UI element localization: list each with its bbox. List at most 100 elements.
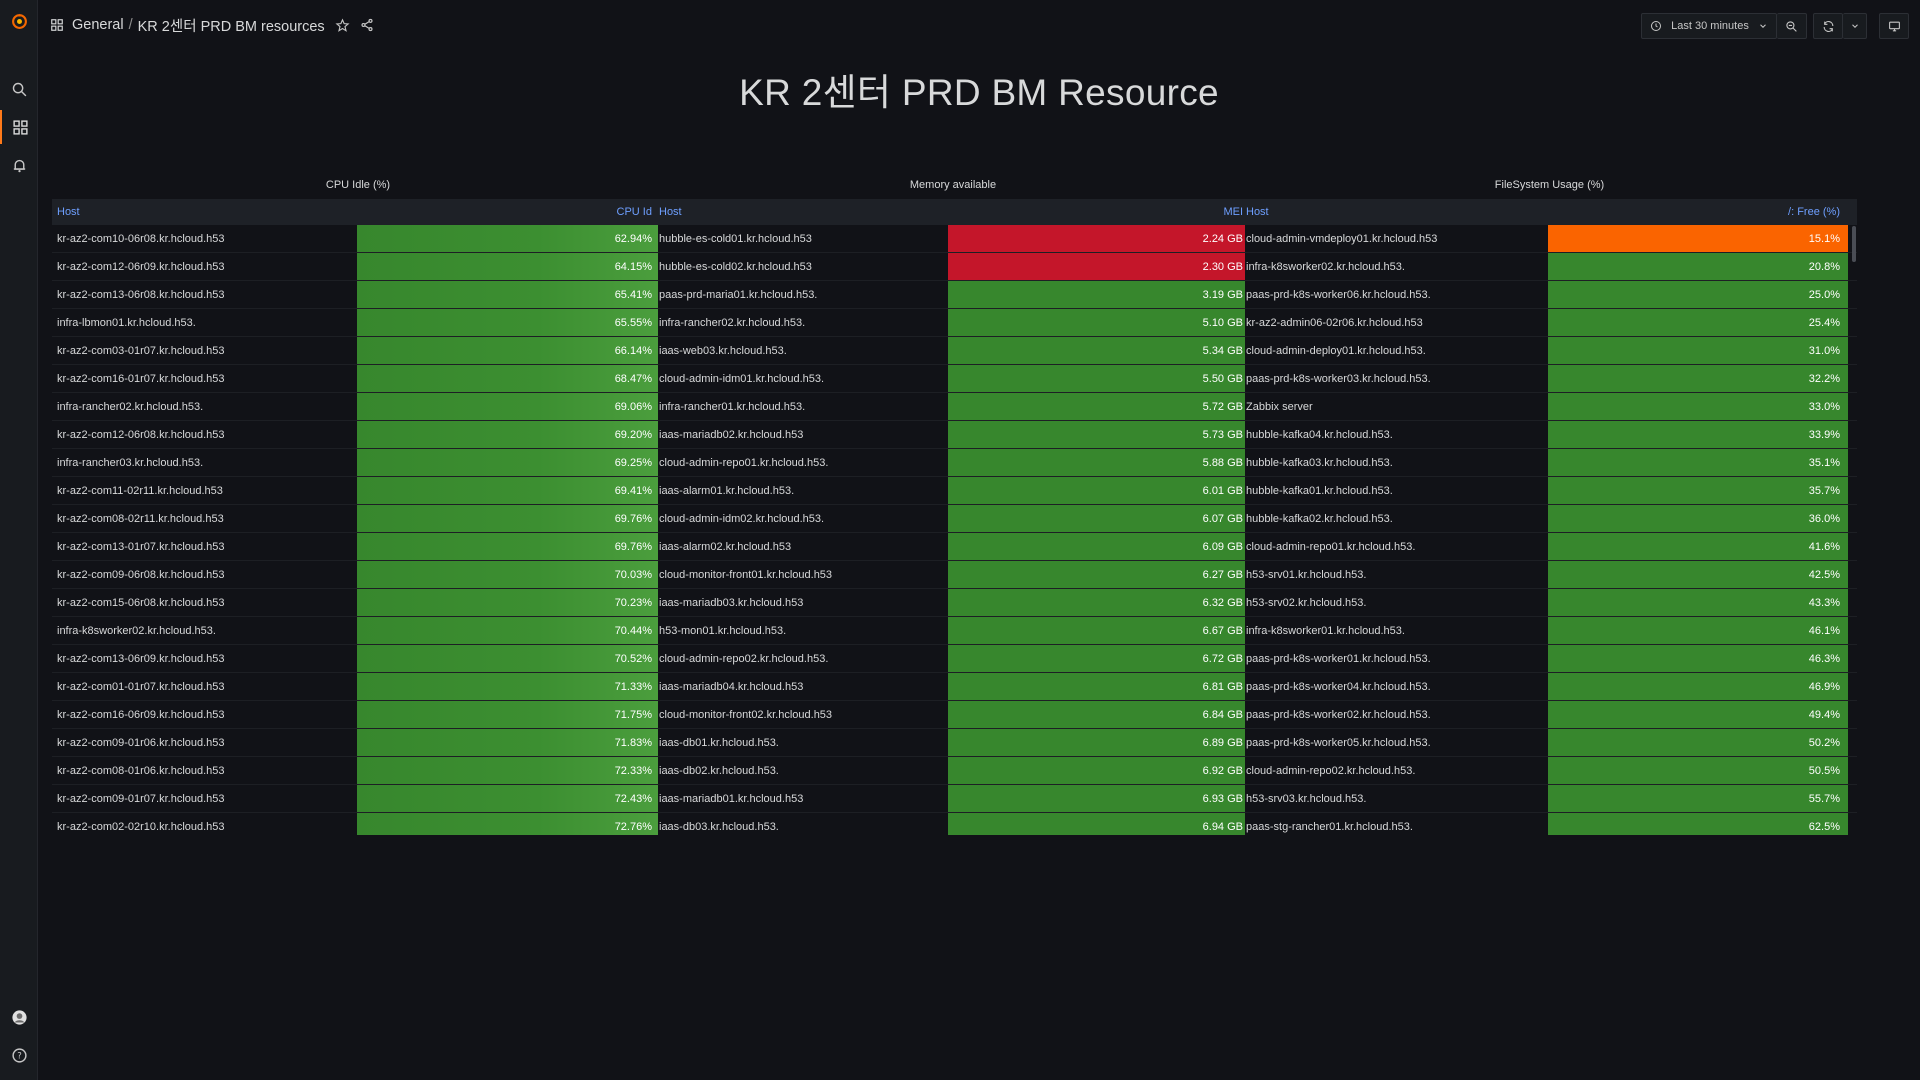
filesystem-free-cell: 31.0% — [1548, 337, 1848, 364]
star-icon[interactable] — [335, 17, 350, 33]
memory-host-cell: iaas-db01.kr.hcloud.h53. — [659, 736, 779, 749]
side-menu: ? — [0, 0, 38, 1080]
cpu-host-cell: kr-az2-com01-01r07.kr.hcloud.h53 — [57, 680, 225, 693]
filesystem-free-cell: 50.2% — [1548, 729, 1848, 756]
filesystem-host-cell: paas-prd-k8s-worker05.kr.hcloud.h53. — [1246, 736, 1431, 749]
memory-available-cell: 5.73 GB — [948, 421, 1245, 448]
memory-host-cell: paas-prd-maria01.kr.hcloud.h53. — [659, 288, 818, 301]
table-row: kr-az2-com09-06r08.kr.hcloud.h53 70.03% cl… — [52, 561, 1857, 589]
breadcrumb: General / KR 2센터 PRD BM resources — [50, 15, 374, 36]
filesystem-free-cell: 20.8% — [1548, 253, 1848, 280]
dashboard-toolbar: Last 30 minutes — [1641, 13, 1909, 39]
refresh-icon — [1822, 20, 1835, 33]
filesystem-host-cell: h53-srv02.kr.hcloud.h53. — [1246, 596, 1367, 609]
time-range-picker[interactable]: Last 30 minutes — [1641, 13, 1777, 39]
filesystem-host-cell: paas-stg-rancher01.kr.hcloud.h53. — [1246, 820, 1413, 833]
filesystem-free-cell: 35.1% — [1548, 449, 1848, 476]
filesystem-host-cell: paas-prd-k8s-worker02.kr.hcloud.h53. — [1246, 708, 1431, 721]
memory-available-cell: 6.27 GB — [948, 561, 1245, 588]
filesystem-free-cell: 46.3% — [1548, 645, 1848, 672]
memory-available-cell: 6.81 GB — [948, 673, 1245, 700]
memory-host-column-header[interactable]: Host — [658, 199, 948, 225]
cpu-host-cell: kr-az2-com15-06r08.kr.hcloud.h53 — [57, 596, 225, 609]
cpu-idle-cell: 69.25% — [357, 449, 658, 476]
filesystem-free-cell: 46.9% — [1548, 673, 1848, 700]
cpu-host-cell: kr-az2-com10-06r08.kr.hcloud.h53 — [57, 232, 225, 245]
filesystem-host-cell: cloud-admin-deploy01.kr.hcloud.h53. — [1246, 344, 1426, 357]
cpu-idle-column-header[interactable]: CPU Id — [357, 199, 658, 225]
table-header: Host CPU Id Host MEI Host /: Free (%) — [52, 199, 1857, 225]
cpu-host-cell: kr-az2-com13-01r07.kr.hcloud.h53 — [57, 540, 225, 553]
cpu-host-cell: kr-az2-com16-01r07.kr.hcloud.h53 — [57, 372, 225, 385]
filesystem-host-column-header[interactable]: Host — [1245, 199, 1548, 225]
filesystem-host-cell: paas-prd-k8s-worker03.kr.hcloud.h53. — [1246, 372, 1431, 385]
filesystem-free-column-header[interactable]: /: Free (%) — [1548, 199, 1848, 225]
memory-host-cell: cloud-monitor-front01.kr.hcloud.h53 — [659, 568, 833, 581]
filesystem-free-cell: 55.7% — [1548, 785, 1848, 812]
search-icon[interactable] — [0, 72, 38, 106]
cpu-host-cell: infra-k8sworker02.kr.hcloud.h53. — [57, 624, 216, 637]
cpu-host-cell: kr-az2-com08-01r06.kr.hcloud.h53 — [57, 764, 225, 777]
share-icon[interactable] — [360, 18, 374, 32]
memory-available-cell: 5.50 GB — [948, 365, 1245, 392]
memory-available-cell: 2.30 GB — [948, 253, 1245, 280]
filesystem-host-cell: hubble-kafka03.kr.hcloud.h53. — [1246, 456, 1393, 469]
memory-host-cell: cloud-admin-repo01.kr.hcloud.h53. — [659, 456, 829, 469]
cpu-idle-cell: 66.14% — [357, 337, 658, 364]
memory-available-column-header[interactable]: MEI — [948, 199, 1245, 225]
filesystem-free-cell: 62.5% — [1548, 813, 1848, 835]
table-scrollbar[interactable] — [1852, 226, 1856, 262]
filesystem-host-cell: hubble-kafka04.kr.hcloud.h53. — [1246, 428, 1393, 441]
help-icon[interactable]: ? — [0, 1038, 38, 1072]
memory-panel-title[interactable]: Memory available — [658, 179, 1248, 191]
cpu-host-cell: kr-az2-com13-06r09.kr.hcloud.h53 — [57, 652, 225, 665]
dashboard-nav-bar: General / KR 2센터 PRD BM resources Last 3… — [38, 0, 1920, 50]
table-row: kr-az2-com03-01r07.kr.hcloud.h53 66.14% ia… — [52, 337, 1857, 365]
dashboard-title: KR 2센터 PRD BM Resource — [739, 72, 1219, 113]
cpu-idle-cell: 69.06% — [357, 393, 658, 420]
table-row: kr-az2-com01-01r07.kr.hcloud.h53 71.33% ia… — [52, 673, 1857, 701]
refresh-button[interactable] — [1813, 13, 1843, 39]
tv-mode-button[interactable] — [1879, 13, 1909, 39]
alerting-bell-icon[interactable] — [0, 148, 38, 182]
breadcrumb-folder-link[interactable]: General — [72, 17, 124, 33]
zoom-out-button[interactable] — [1777, 13, 1807, 39]
memory-available-cell: 5.10 GB — [948, 309, 1245, 336]
filesystem-host-cell: cloud-admin-vmdeploy01.kr.hcloud.h53 — [1246, 232, 1438, 245]
dashboards-icon[interactable] — [0, 110, 38, 144]
memory-host-cell: iaas-mariadb02.kr.hcloud.h53 — [659, 428, 804, 441]
memory-host-cell: iaas-db03.kr.hcloud.h53. — [659, 820, 779, 833]
memory-available-cell: 5.88 GB — [948, 449, 1245, 476]
table-row: infra-rancher02.kr.hcloud.h53. 69.06% infr… — [52, 393, 1857, 421]
filesystem-free-cell: 35.7% — [1548, 477, 1848, 504]
filesystem-host-cell: paas-prd-k8s-worker06.kr.hcloud.h53. — [1246, 288, 1431, 301]
cpu-host-cell: infra-lbmon01.kr.hcloud.h53. — [57, 316, 196, 329]
cpu-panel-title[interactable]: CPU Idle (%) — [52, 179, 664, 191]
filesystem-free-cell: 50.5% — [1548, 757, 1848, 784]
filesystem-host-cell: paas-prd-k8s-worker04.kr.hcloud.h53. — [1246, 680, 1431, 693]
cpu-idle-cell: 71.83% — [357, 729, 658, 756]
table-row: kr-az2-com11-02r11.kr.hcloud.h53 69.41% ia… — [52, 477, 1857, 505]
chevron-down-icon — [1758, 21, 1768, 31]
memory-host-cell: iaas-alarm01.kr.hcloud.h53. — [659, 484, 795, 497]
table-row: kr-az2-com16-01r07.kr.hcloud.h53 68.47% cl… — [52, 365, 1857, 393]
cpu-idle-cell: 65.55% — [357, 309, 658, 336]
grafana-logo-icon[interactable] — [0, 4, 38, 38]
cpu-idle-cell: 69.76% — [357, 533, 658, 560]
table-row: kr-az2-com16-06r09.kr.hcloud.h53 71.75% cl… — [52, 701, 1857, 729]
cpu-host-cell: kr-az2-com08-02r11.kr.hcloud.h53 — [57, 512, 224, 525]
filesystem-panel-title[interactable]: FileSystem Usage (%) — [1248, 179, 1851, 191]
cpu-idle-cell: 72.43% — [357, 785, 658, 812]
memory-available-cell: 6.89 GB — [948, 729, 1245, 756]
cpu-host-cell: kr-az2-com09-01r07.kr.hcloud.h53 — [57, 792, 225, 805]
table-row: kr-az2-com12-06r09.kr.hcloud.h53 64.15% hu… — [52, 253, 1857, 281]
refresh-interval-dropdown[interactable] — [1843, 13, 1867, 39]
cpu-idle-cell: 70.52% — [357, 645, 658, 672]
filesystem-host-cell: Zabbix server — [1246, 400, 1313, 413]
breadcrumb-dashboard-title[interactable]: KR 2센터 PRD BM resources — [138, 15, 325, 36]
cpu-idle-cell: 72.33% — [357, 757, 658, 784]
cpu-host-column-header[interactable]: Host — [52, 199, 357, 225]
cpu-idle-cell: 65.41% — [357, 281, 658, 308]
memory-host-cell: h53-mon01.kr.hcloud.h53. — [659, 624, 787, 637]
user-avatar-icon[interactable] — [0, 1000, 38, 1034]
